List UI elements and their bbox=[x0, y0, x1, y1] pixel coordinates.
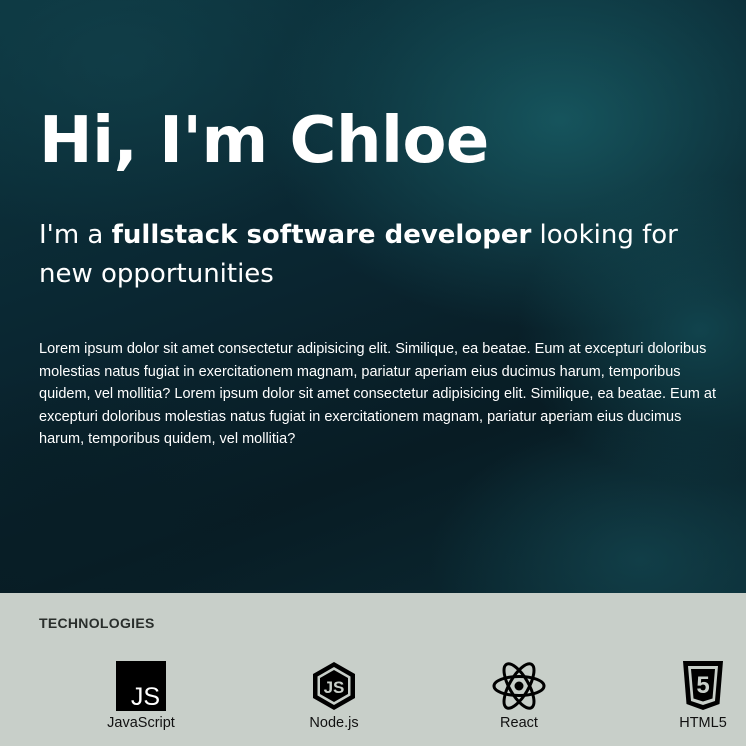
javascript-logo-text: JS bbox=[131, 683, 160, 711]
tech-item-nodejs: JS Node.js bbox=[274, 661, 394, 731]
nodejs-icon: JS bbox=[313, 662, 355, 710]
html5-logo-text: 5 bbox=[696, 672, 709, 699]
tech-item-javascript: JS JavaScript bbox=[81, 661, 201, 731]
technologies-section: TECHNOLOGIES JS JavaScript JS Node.js Re… bbox=[0, 593, 746, 746]
technologies-heading: TECHNOLOGIES bbox=[39, 615, 155, 631]
tech-label-html5: HTML5 bbox=[679, 715, 727, 731]
hero-section: Hi, I'm Chloe I'm a fullstack software d… bbox=[0, 0, 746, 593]
hero-title: Hi, I'm Chloe bbox=[39, 104, 489, 178]
hero-subtitle: I'm a fullstack software developer looki… bbox=[39, 216, 739, 294]
html5-icon: 5 bbox=[683, 661, 723, 710]
subtitle-highlight: fullstack software developer bbox=[111, 220, 532, 250]
react-icon bbox=[492, 662, 546, 710]
javascript-icon: JS bbox=[116, 661, 166, 711]
subtitle-prefix: I'm a bbox=[39, 220, 112, 250]
nodejs-logo-text: JS bbox=[324, 678, 345, 697]
tech-label-react: React bbox=[500, 715, 538, 731]
hero-description: Lorem ipsum dolor sit amet consectetur a… bbox=[39, 341, 716, 447]
tech-label-nodejs: Node.js bbox=[309, 715, 359, 731]
tech-label-javascript: JavaScript bbox=[107, 715, 175, 731]
tech-item-html5: 5 HTML5 bbox=[643, 661, 746, 731]
tech-item-react: React bbox=[459, 661, 579, 731]
